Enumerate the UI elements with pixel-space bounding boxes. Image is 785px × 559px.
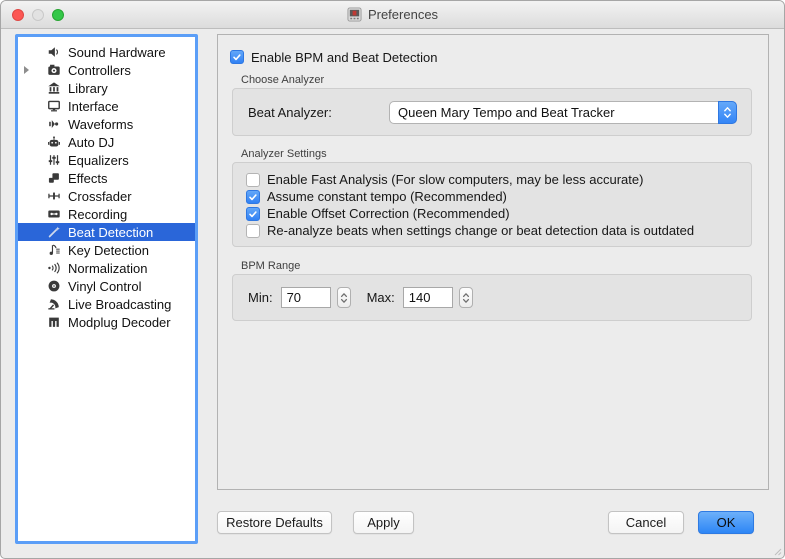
- constant-tempo-checkbox[interactable]: [246, 190, 260, 204]
- option-row: Enable Fast Analysis (For slow computers…: [246, 171, 751, 188]
- waveform-icon: [46, 116, 62, 132]
- enable-bpm-label: Enable BPM and Beat Detection: [251, 50, 437, 65]
- option-row: Assume constant tempo (Recommended): [246, 188, 751, 205]
- sidebar-item-library[interactable]: Library: [18, 79, 195, 97]
- sidebar-item-label: Library: [68, 81, 108, 96]
- beat-analyzer-value: Queen Mary Tempo and Beat Tracker: [398, 105, 615, 120]
- preferences-proxy-icon: [347, 7, 362, 22]
- wand-icon: [46, 224, 62, 240]
- beat-detection-panel: Enable BPM and Beat Detection Choose Ana…: [217, 34, 769, 490]
- bpm-range-groupbox: Min: Max:: [232, 274, 752, 321]
- fast-analysis-checkbox[interactable]: [246, 173, 260, 187]
- reanalyze-beats-checkbox[interactable]: [246, 224, 260, 238]
- offset-correction-label: Enable Offset Correction (Recommended): [267, 206, 510, 221]
- equalizer-icon: [46, 152, 62, 168]
- controller-icon: [46, 62, 62, 78]
- sidebar-item-label: Waveforms: [68, 117, 133, 132]
- robot-icon: [46, 134, 62, 150]
- sidebar-item-label: Vinyl Control: [68, 279, 141, 294]
- sidebar-item-label: Controllers: [68, 63, 131, 78]
- sidebar-item-sound-hardware[interactable]: Sound Hardware: [18, 43, 195, 61]
- vinyl-icon: [46, 278, 62, 294]
- sidebar-item-label: Recording: [68, 207, 127, 222]
- sidebar-item-label: Normalization: [68, 261, 147, 276]
- sidebar-item-interface[interactable]: Interface: [18, 97, 195, 115]
- sidebar-item-label: Sound Hardware: [68, 45, 166, 60]
- min-bpm-field[interactable]: [281, 287, 331, 308]
- minimize-button: [32, 9, 44, 21]
- choose-analyzer-group-title: Choose Analyzer: [241, 74, 768, 86]
- enable-bpm-checkbox[interactable]: [230, 50, 244, 64]
- sidebar-item-label: Auto DJ: [68, 135, 114, 150]
- sidebar-item-live-broadcasting[interactable]: Live Broadcasting: [18, 295, 195, 313]
- crossfader-icon: [46, 188, 62, 204]
- choose-analyzer-groupbox: Beat Analyzer: Queen Mary Tempo and Beat…: [232, 88, 752, 136]
- min-label: Min:: [248, 290, 273, 305]
- sound-waves-icon: [46, 260, 62, 276]
- library-icon: [46, 80, 62, 96]
- sidebar-item-modplug-decoder[interactable]: Modplug Decoder: [18, 313, 195, 331]
- max-bpm-field[interactable]: [403, 287, 453, 308]
- option-row: Enable Offset Correction (Recommended): [246, 205, 751, 222]
- disclosure-triangle-icon[interactable]: [18, 66, 34, 74]
- speaker-icon: [46, 44, 62, 60]
- sidebar-item-beat-detection[interactable]: Beat Detection: [18, 223, 195, 241]
- max-bpm-stepper[interactable]: [459, 287, 473, 308]
- max-label: Max:: [367, 290, 395, 305]
- min-bpm-stepper[interactable]: [337, 287, 351, 308]
- restore-defaults-button[interactable]: Restore Defaults: [217, 511, 332, 534]
- sidebar-item-label: Live Broadcasting: [68, 297, 171, 312]
- sidebar-item-label: Beat Detection: [68, 225, 153, 240]
- window-title: Preferences: [368, 7, 438, 22]
- sidebar-item-vinyl-control[interactable]: Vinyl Control: [18, 277, 195, 295]
- preferences-sidebar: Sound Hardware Controllers Library Inter…: [15, 34, 198, 544]
- modplug-icon: [46, 314, 62, 330]
- combo-arrows-icon: [718, 101, 737, 124]
- sidebar-item-recording[interactable]: Recording: [18, 205, 195, 223]
- constant-tempo-label: Assume constant tempo (Recommended): [267, 189, 507, 204]
- resize-grip-icon[interactable]: [772, 546, 782, 556]
- sidebar-item-equalizers[interactable]: Equalizers: [18, 151, 195, 169]
- sidebar-item-key-detection[interactable]: Key Detection: [18, 241, 195, 259]
- beat-analyzer-select[interactable]: Queen Mary Tempo and Beat Tracker: [389, 101, 737, 124]
- sidebar-item-label: Equalizers: [68, 153, 129, 168]
- sidebar-item-crossfader[interactable]: Crossfader: [18, 187, 195, 205]
- offset-correction-checkbox[interactable]: [246, 207, 260, 221]
- ok-button[interactable]: OK: [698, 511, 754, 534]
- analyzer-settings-groupbox: Enable Fast Analysis (For slow computers…: [232, 162, 752, 247]
- apply-button[interactable]: Apply: [353, 511, 414, 534]
- sidebar-item-label: Modplug Decoder: [68, 315, 171, 330]
- sidebar-item-label: Crossfader: [68, 189, 132, 204]
- sidebar-item-normalization[interactable]: Normalization: [18, 259, 195, 277]
- sidebar-item-label: Effects: [68, 171, 108, 186]
- cancel-button[interactable]: Cancel: [608, 511, 684, 534]
- preferences-window: Preferences Sound Hardware Controllers L…: [0, 0, 785, 559]
- reanalyze-beats-label: Re-analyze beats when settings change or…: [267, 223, 694, 238]
- sidebar-item-label: Interface: [68, 99, 119, 114]
- titlebar[interactable]: Preferences: [1, 1, 784, 29]
- sidebar-item-auto-dj[interactable]: Auto DJ: [18, 133, 195, 151]
- fast-analysis-label: Enable Fast Analysis (For slow computers…: [267, 172, 643, 187]
- cassette-icon: [46, 206, 62, 222]
- bpm-range-group-title: BPM Range: [241, 260, 768, 272]
- music-note-icon: [46, 242, 62, 258]
- option-row: Re-analyze beats when settings change or…: [246, 222, 751, 239]
- zoom-button[interactable]: [52, 9, 64, 21]
- analyzer-settings-group-title: Analyzer Settings: [241, 148, 768, 160]
- beat-analyzer-label: Beat Analyzer:: [248, 105, 389, 120]
- sidebar-item-waveforms[interactable]: Waveforms: [18, 115, 195, 133]
- close-button[interactable]: [12, 9, 24, 21]
- enable-bpm-row: Enable BPM and Beat Detection: [230, 48, 768, 66]
- sidebar-item-effects[interactable]: Effects: [18, 169, 195, 187]
- satellite-icon: [46, 296, 62, 312]
- sidebar-item-label: Key Detection: [68, 243, 149, 258]
- monitor-icon: [46, 98, 62, 114]
- effects-icon: [46, 170, 62, 186]
- sidebar-item-controllers[interactable]: Controllers: [18, 61, 195, 79]
